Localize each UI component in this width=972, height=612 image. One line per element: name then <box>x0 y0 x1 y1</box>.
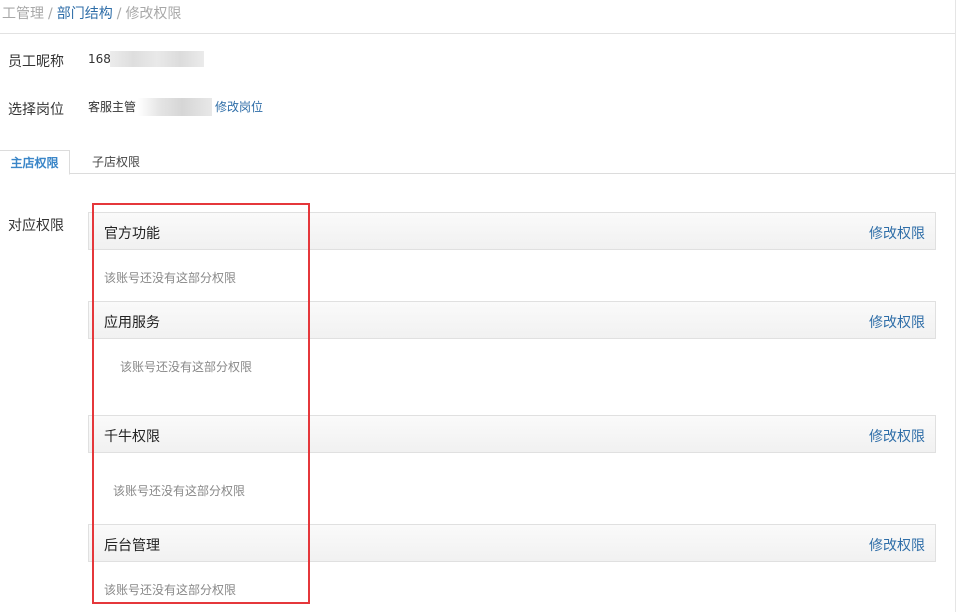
tab-main-shop-permissions[interactable]: 主店权限 <box>0 150 70 175</box>
breadcrumb-bar: 工管理 / 部门结构 / 修改权限 <box>0 0 955 34</box>
empty-permission-note: 该账号还没有这部分权限 <box>104 583 237 597</box>
tab-sub-shop-permissions[interactable]: 子店权限 <box>90 150 142 173</box>
breadcrumb-item-department-structure[interactable]: 部门结构 <box>57 6 113 22</box>
breadcrumb-separator: / <box>116 6 122 22</box>
position-redaction-blur <box>138 98 212 116</box>
section-title: 后台管理 <box>104 538 160 554</box>
edit-permission-link[interactable]: 修改权限 <box>869 312 925 332</box>
section-backend-management: 后台管理 修改权限 <box>88 524 936 562</box>
breadcrumb-item-edit-permissions: 修改权限 <box>125 6 182 22</box>
edit-permission-link[interactable]: 修改权限 <box>869 426 925 446</box>
edit-position-link[interactable]: 修改岗位 <box>215 99 263 115</box>
permissions-label: 对应权限 <box>8 218 64 234</box>
section-title: 应用服务 <box>104 315 160 331</box>
empty-permission-note: 该账号还没有这部分权限 <box>120 360 253 374</box>
section-qianniu-permissions: 千牛权限 修改权限 <box>88 415 936 453</box>
breadcrumb-separator: / <box>48 6 53 22</box>
breadcrumb: 工管理 / 部门结构 / 修改权限 <box>2 5 181 23</box>
section-title: 千牛权限 <box>104 429 160 445</box>
section-official-features: 官方功能 修改权限 <box>88 212 936 250</box>
position-label: 选择岗位 <box>8 102 64 118</box>
section-title: 官方功能 <box>104 226 160 242</box>
nickname-redaction-blur <box>110 51 204 67</box>
section-app-services: 应用服务 修改权限 <box>88 301 936 339</box>
breadcrumb-item-staff-management[interactable]: 工管理 <box>2 6 44 22</box>
empty-permission-note: 该账号还没有这部分权限 <box>113 484 246 498</box>
edit-permission-link[interactable]: 修改权限 <box>869 223 925 243</box>
edit-permission-link[interactable]: 修改权限 <box>869 535 925 555</box>
shop-tabs: 主店权限 子店权限 <box>0 150 955 175</box>
empty-permission-note: 该账号还没有这部分权限 <box>104 271 237 285</box>
nickname-value: 168 <box>88 52 111 66</box>
nickname-label: 员工昵称 <box>8 54 64 70</box>
position-value: 客服主管 <box>88 100 137 114</box>
right-border <box>955 0 956 612</box>
